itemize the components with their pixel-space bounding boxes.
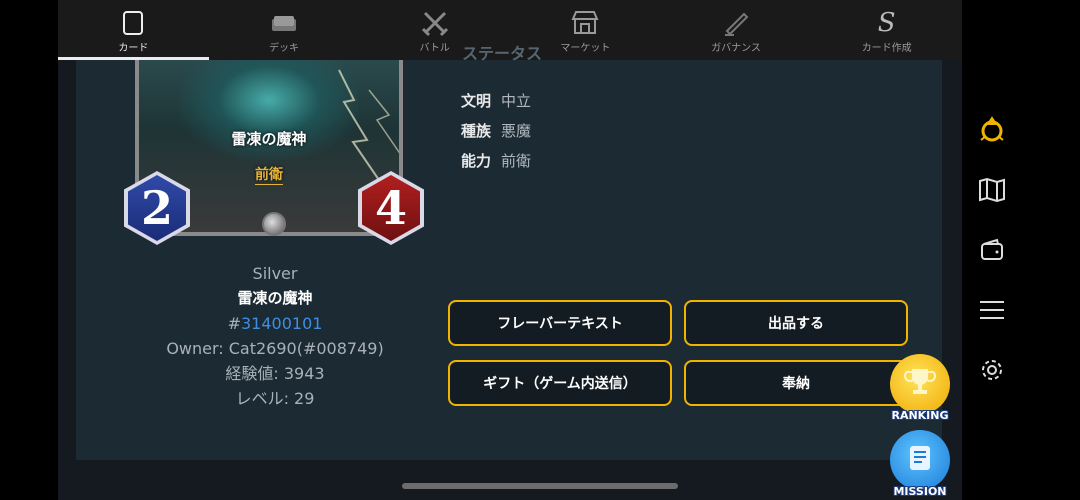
card-id: #31400101 xyxy=(227,314,323,333)
wallet-icon[interactable] xyxy=(976,234,1008,266)
offer-button[interactable]: 奉納 xyxy=(684,360,908,406)
card-id-link[interactable]: 31400101 xyxy=(241,314,322,333)
card-name-on-art: 雷凍の魔神 xyxy=(231,130,307,148)
tab-card[interactable]: カード xyxy=(58,0,209,60)
trophy-icon xyxy=(903,365,937,403)
stat-race: 種族 悪魔 xyxy=(461,122,532,140)
market-icon xyxy=(570,9,600,37)
tab-market-label: マーケット xyxy=(560,43,611,54)
tab-card-create[interactable]: S カード作成 xyxy=(811,0,962,60)
battle-icon xyxy=(420,9,450,37)
home-indicator[interactable] xyxy=(402,483,678,489)
gift-button[interactable]: ギフト（ゲーム内送信） xyxy=(448,360,672,406)
tab-governance-label: ガバナンス xyxy=(711,43,761,54)
tab-card-create-label: カード作成 xyxy=(861,43,912,54)
card-icon xyxy=(118,9,148,37)
ranking-badge[interactable]: RANKING xyxy=(890,354,950,422)
mission-badge[interactable]: MISSION xyxy=(890,430,950,498)
mission-label: MISSION xyxy=(893,485,947,498)
card-owner: Owner: Cat2690(#008749) xyxy=(166,339,384,358)
card-exp: 経験値: 3943 xyxy=(225,364,325,383)
sell-button[interactable]: 出品する xyxy=(684,300,908,346)
ranking-label: RANKING xyxy=(891,409,949,422)
stat-ability: 能力 前衛 xyxy=(461,152,532,170)
scroll-icon xyxy=(903,441,937,479)
governance-icon xyxy=(721,9,751,37)
card-level: レベル: 29 xyxy=(235,389,315,408)
tab-battle-label: バトル xyxy=(419,43,450,54)
flavor-text-button[interactable]: フレーバーテキスト xyxy=(448,300,672,346)
tab-deck-label: デッキ xyxy=(269,43,299,54)
card-rarity: Silver xyxy=(252,264,298,283)
deck-icon xyxy=(269,9,299,37)
card-role-on-art: 前衛 xyxy=(255,167,283,185)
stat-civilization: 文明 中立 xyxy=(461,92,532,110)
skull-gem-icon xyxy=(262,212,286,236)
tab-deck[interactable]: デッキ xyxy=(209,0,360,60)
tab-governance[interactable]: ガバナンス xyxy=(661,0,812,60)
map-icon[interactable] xyxy=(976,174,1008,206)
tab-card-label: カード xyxy=(118,43,149,54)
status-title: ステータス xyxy=(462,44,543,63)
guild-icon[interactable] xyxy=(976,114,1008,146)
menu-icon[interactable] xyxy=(976,294,1008,326)
card-create-icon: S xyxy=(877,8,896,38)
settings-icon[interactable] xyxy=(976,354,1008,386)
card-name: 雷凍の魔神 xyxy=(237,289,313,307)
